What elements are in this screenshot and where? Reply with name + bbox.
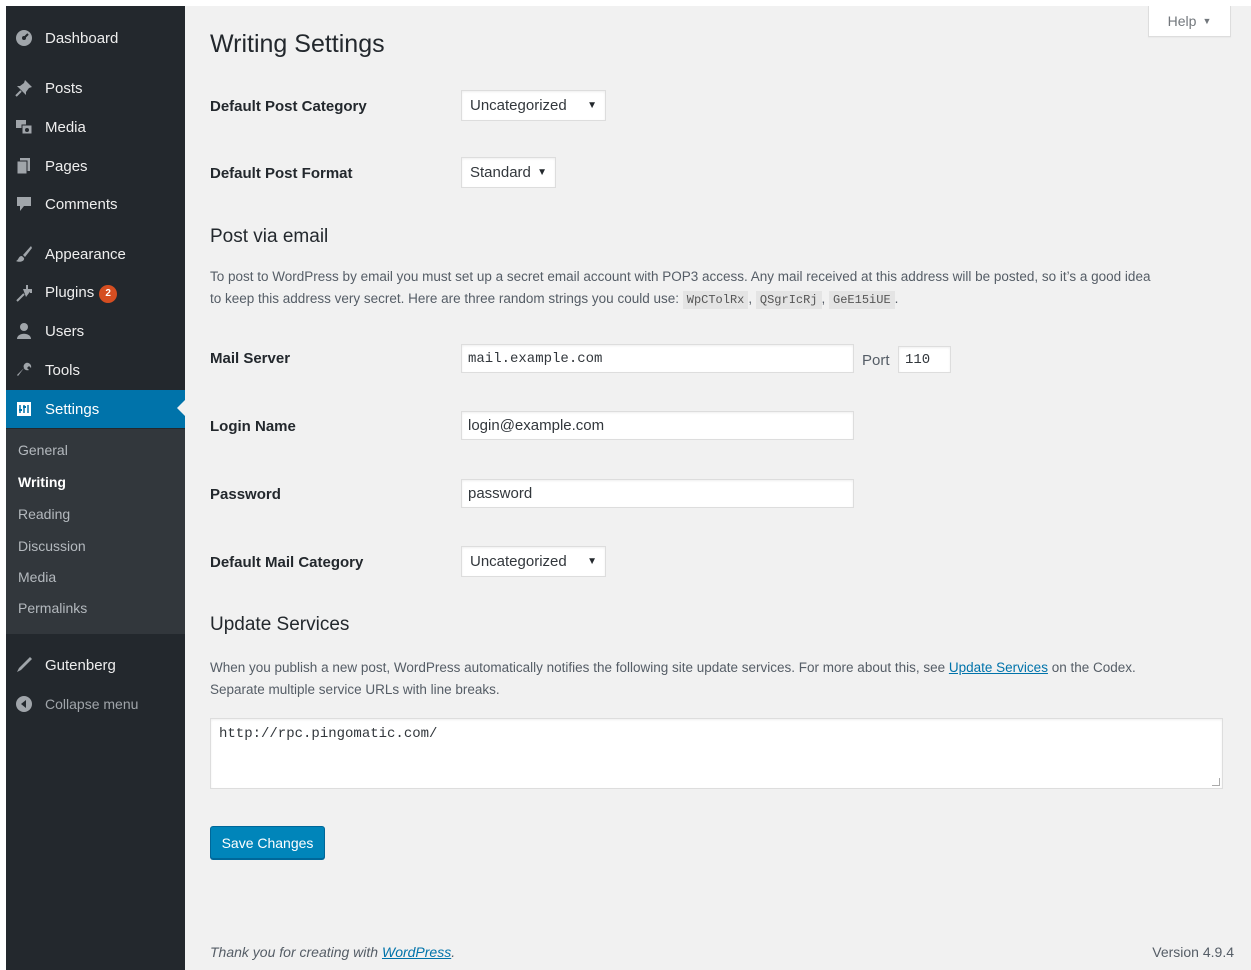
sidebar-item-users[interactable]: Users — [6, 313, 185, 349]
mail-server-input[interactable]: mail.example.com — [461, 344, 854, 373]
password-input[interactable]: password — [461, 479, 854, 508]
users-icon — [14, 321, 34, 341]
sidebar-item-label: Settings — [45, 400, 100, 418]
default-mail-category-label: Default Mail Category — [210, 554, 364, 571]
collapse-menu-button[interactable]: Collapse menu — [6, 686, 185, 722]
submenu-item-media[interactable]: Media — [18, 569, 56, 585]
admin-sidebar: Dashboard Posts Media Pages Comments App… — [6, 6, 185, 970]
default-post-category-select[interactable]: Uncategorized ▼ — [461, 90, 606, 121]
sidebar-item-label: Appearance — [45, 245, 126, 263]
update-services-textarea[interactable]: http://rpc.pingomatic.com/ — [210, 718, 1223, 789]
footer-thanks: Thank you for creating with WordPress. — [210, 944, 456, 960]
random-string: GeE15iUE — [829, 291, 895, 309]
media-icon — [14, 117, 34, 137]
sidebar-item-label: Users — [45, 322, 85, 340]
sidebar-item-label: Collapse menu — [45, 696, 139, 712]
update-services-heading: Update Services — [210, 614, 350, 635]
default-post-format-select[interactable]: Standard ▼ — [461, 157, 556, 188]
chevron-down-icon: ▼ — [1202, 16, 1212, 26]
update-services-link[interactable]: Update Services — [949, 660, 1048, 675]
sidebar-item-dashboard[interactable]: Dashboard — [6, 20, 185, 56]
pin-icon — [14, 78, 34, 98]
post-via-email-description: To post to WordPress by email you must s… — [210, 266, 1240, 310]
password-label: Password — [210, 486, 281, 503]
submenu-item-writing[interactable]: Writing — [18, 474, 66, 490]
sidebar-item-label: Tools — [45, 361, 81, 379]
help-tab-button[interactable]: Help ▼ — [1148, 6, 1231, 37]
plugins-update-badge: 2 — [99, 284, 118, 303]
post-via-email-heading: Post via email — [210, 226, 329, 247]
description-line: When you publish a new post, WordPress a… — [210, 660, 1136, 675]
description-line: Separate multiple service URLs with line… — [210, 682, 500, 697]
random-string: QSgrIcRj — [755, 291, 822, 309]
update-services-description: When you publish a new post, WordPress a… — [210, 657, 1240, 701]
page-title: Writing Settings — [210, 30, 385, 58]
sidebar-item-gutenberg[interactable]: Gutenberg — [6, 647, 185, 683]
sidebar-item-pages[interactable]: Pages — [6, 148, 185, 184]
resize-handle-icon[interactable] — [1212, 778, 1220, 786]
sidebar-item-label: Plugins 2 — [45, 284, 118, 303]
plugin-icon — [14, 283, 34, 303]
submenu-item-discussion[interactable]: Discussion — [18, 538, 86, 554]
pen-icon — [14, 655, 34, 675]
collapse-icon — [14, 694, 34, 714]
sidebar-item-media[interactable]: Media — [6, 109, 185, 145]
default-mail-category-select[interactable]: Uncategorized ▼ — [461, 546, 606, 577]
sidebar-item-label: Dashboard — [45, 29, 119, 47]
submenu-item-permalinks[interactable]: Permalinks — [18, 600, 87, 616]
help-label: Help — [1167, 13, 1197, 29]
sidebar-item-label: Comments — [45, 195, 118, 213]
mail-server-label: Mail Server — [210, 350, 291, 367]
main-content: Help ▼ Writing Settings Default Post Cat… — [185, 6, 1251, 970]
wordpress-link[interactable]: WordPress — [382, 944, 451, 960]
wp-admin-frame: Dashboard Posts Media Pages Comments App… — [6, 6, 1251, 970]
description-line: to keep this address very secret. Here a… — [210, 291, 899, 309]
sidebar-item-plugins[interactable]: Plugins 2 — [6, 275, 185, 311]
dropdown-arrow-icon: ▼ — [587, 100, 597, 111]
active-menu-indicator — [177, 400, 185, 416]
port-input[interactable]: 110 — [898, 346, 951, 373]
sidebar-item-comments[interactable]: Comments — [6, 186, 185, 222]
default-post-category-label: Default Post Category — [210, 98, 367, 115]
dropdown-arrow-icon: ▼ — [587, 556, 597, 567]
sidebar-item-label: Pages — [45, 157, 88, 175]
submenu-item-reading[interactable]: Reading — [18, 506, 70, 522]
select-value: Standard — [470, 164, 531, 181]
default-post-format-label: Default Post Format — [210, 165, 353, 182]
textarea-content: http://rpc.pingomatic.com/ — [219, 726, 438, 742]
select-value: Uncategorized — [470, 553, 567, 570]
login-name-label: Login Name — [210, 418, 296, 435]
port-label: Port — [862, 352, 890, 369]
sidebar-item-posts[interactable]: Posts — [6, 70, 185, 106]
sidebar-item-tools[interactable]: Tools — [6, 352, 185, 388]
description-line: To post to WordPress by email you must s… — [210, 269, 1151, 284]
sidebar-item-settings[interactable]: Settings — [6, 390, 185, 428]
save-changes-button[interactable]: Save Changes — [210, 826, 325, 859]
dashboard-icon — [14, 28, 34, 48]
sidebar-item-label: Gutenberg — [45, 656, 116, 674]
sidebar-item-label: Posts — [45, 79, 83, 97]
settings-submenu: General Writing Reading Discussion Media… — [6, 429, 185, 634]
wrench-icon — [14, 360, 34, 380]
footer-version: Version 4.9.4 — [1152, 944, 1234, 960]
settings-icon — [14, 399, 34, 419]
random-string: WpCTolRx — [682, 291, 749, 309]
select-value: Uncategorized — [470, 97, 567, 114]
login-name-input[interactable]: login@example.com — [461, 411, 854, 440]
sidebar-item-label: Media — [45, 118, 86, 136]
pages-icon — [14, 156, 34, 176]
comment-icon — [14, 194, 34, 214]
sidebar-item-appearance[interactable]: Appearance — [6, 236, 185, 272]
dropdown-arrow-icon: ▼ — [537, 167, 547, 178]
brush-icon — [14, 244, 34, 264]
submenu-item-general[interactable]: General — [18, 442, 68, 458]
